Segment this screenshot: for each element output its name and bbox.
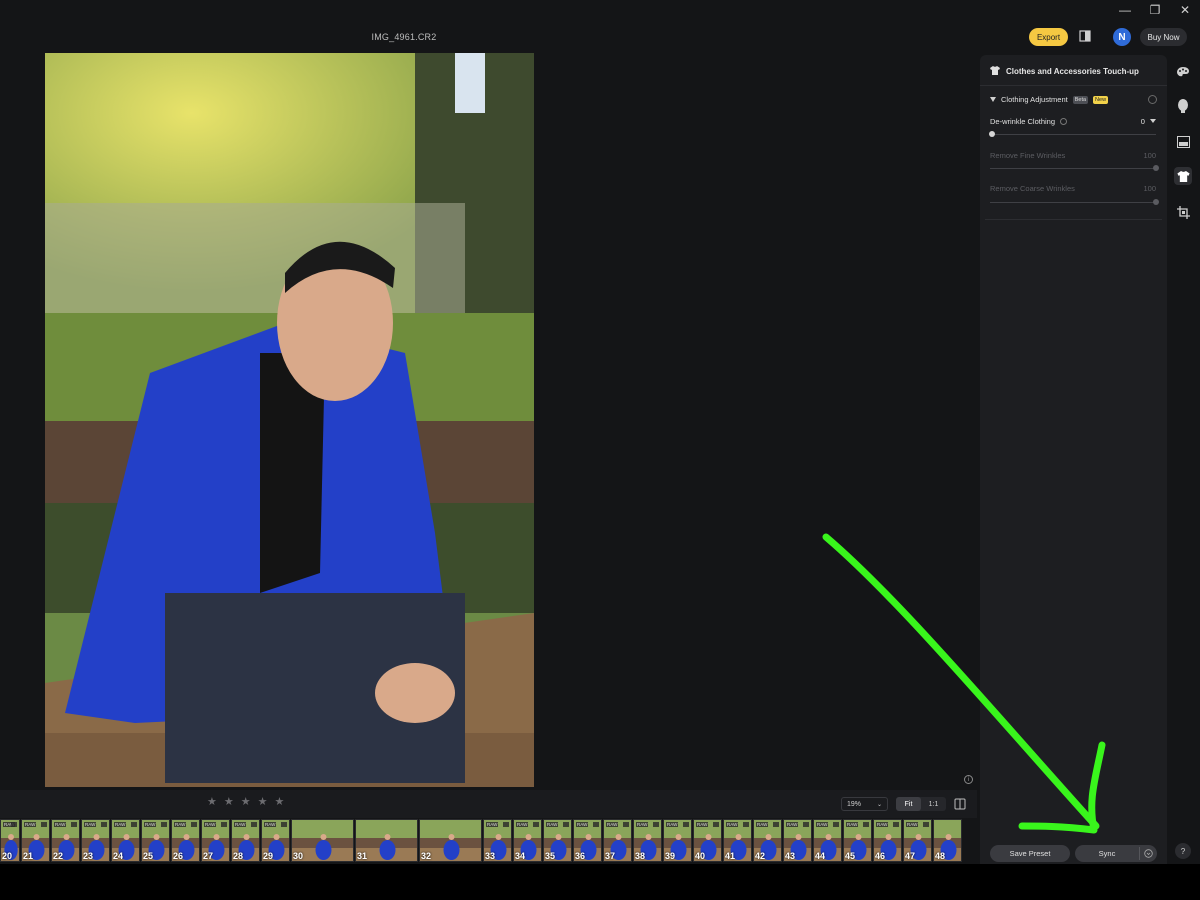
annotation-arrow	[822, 533, 1106, 834]
